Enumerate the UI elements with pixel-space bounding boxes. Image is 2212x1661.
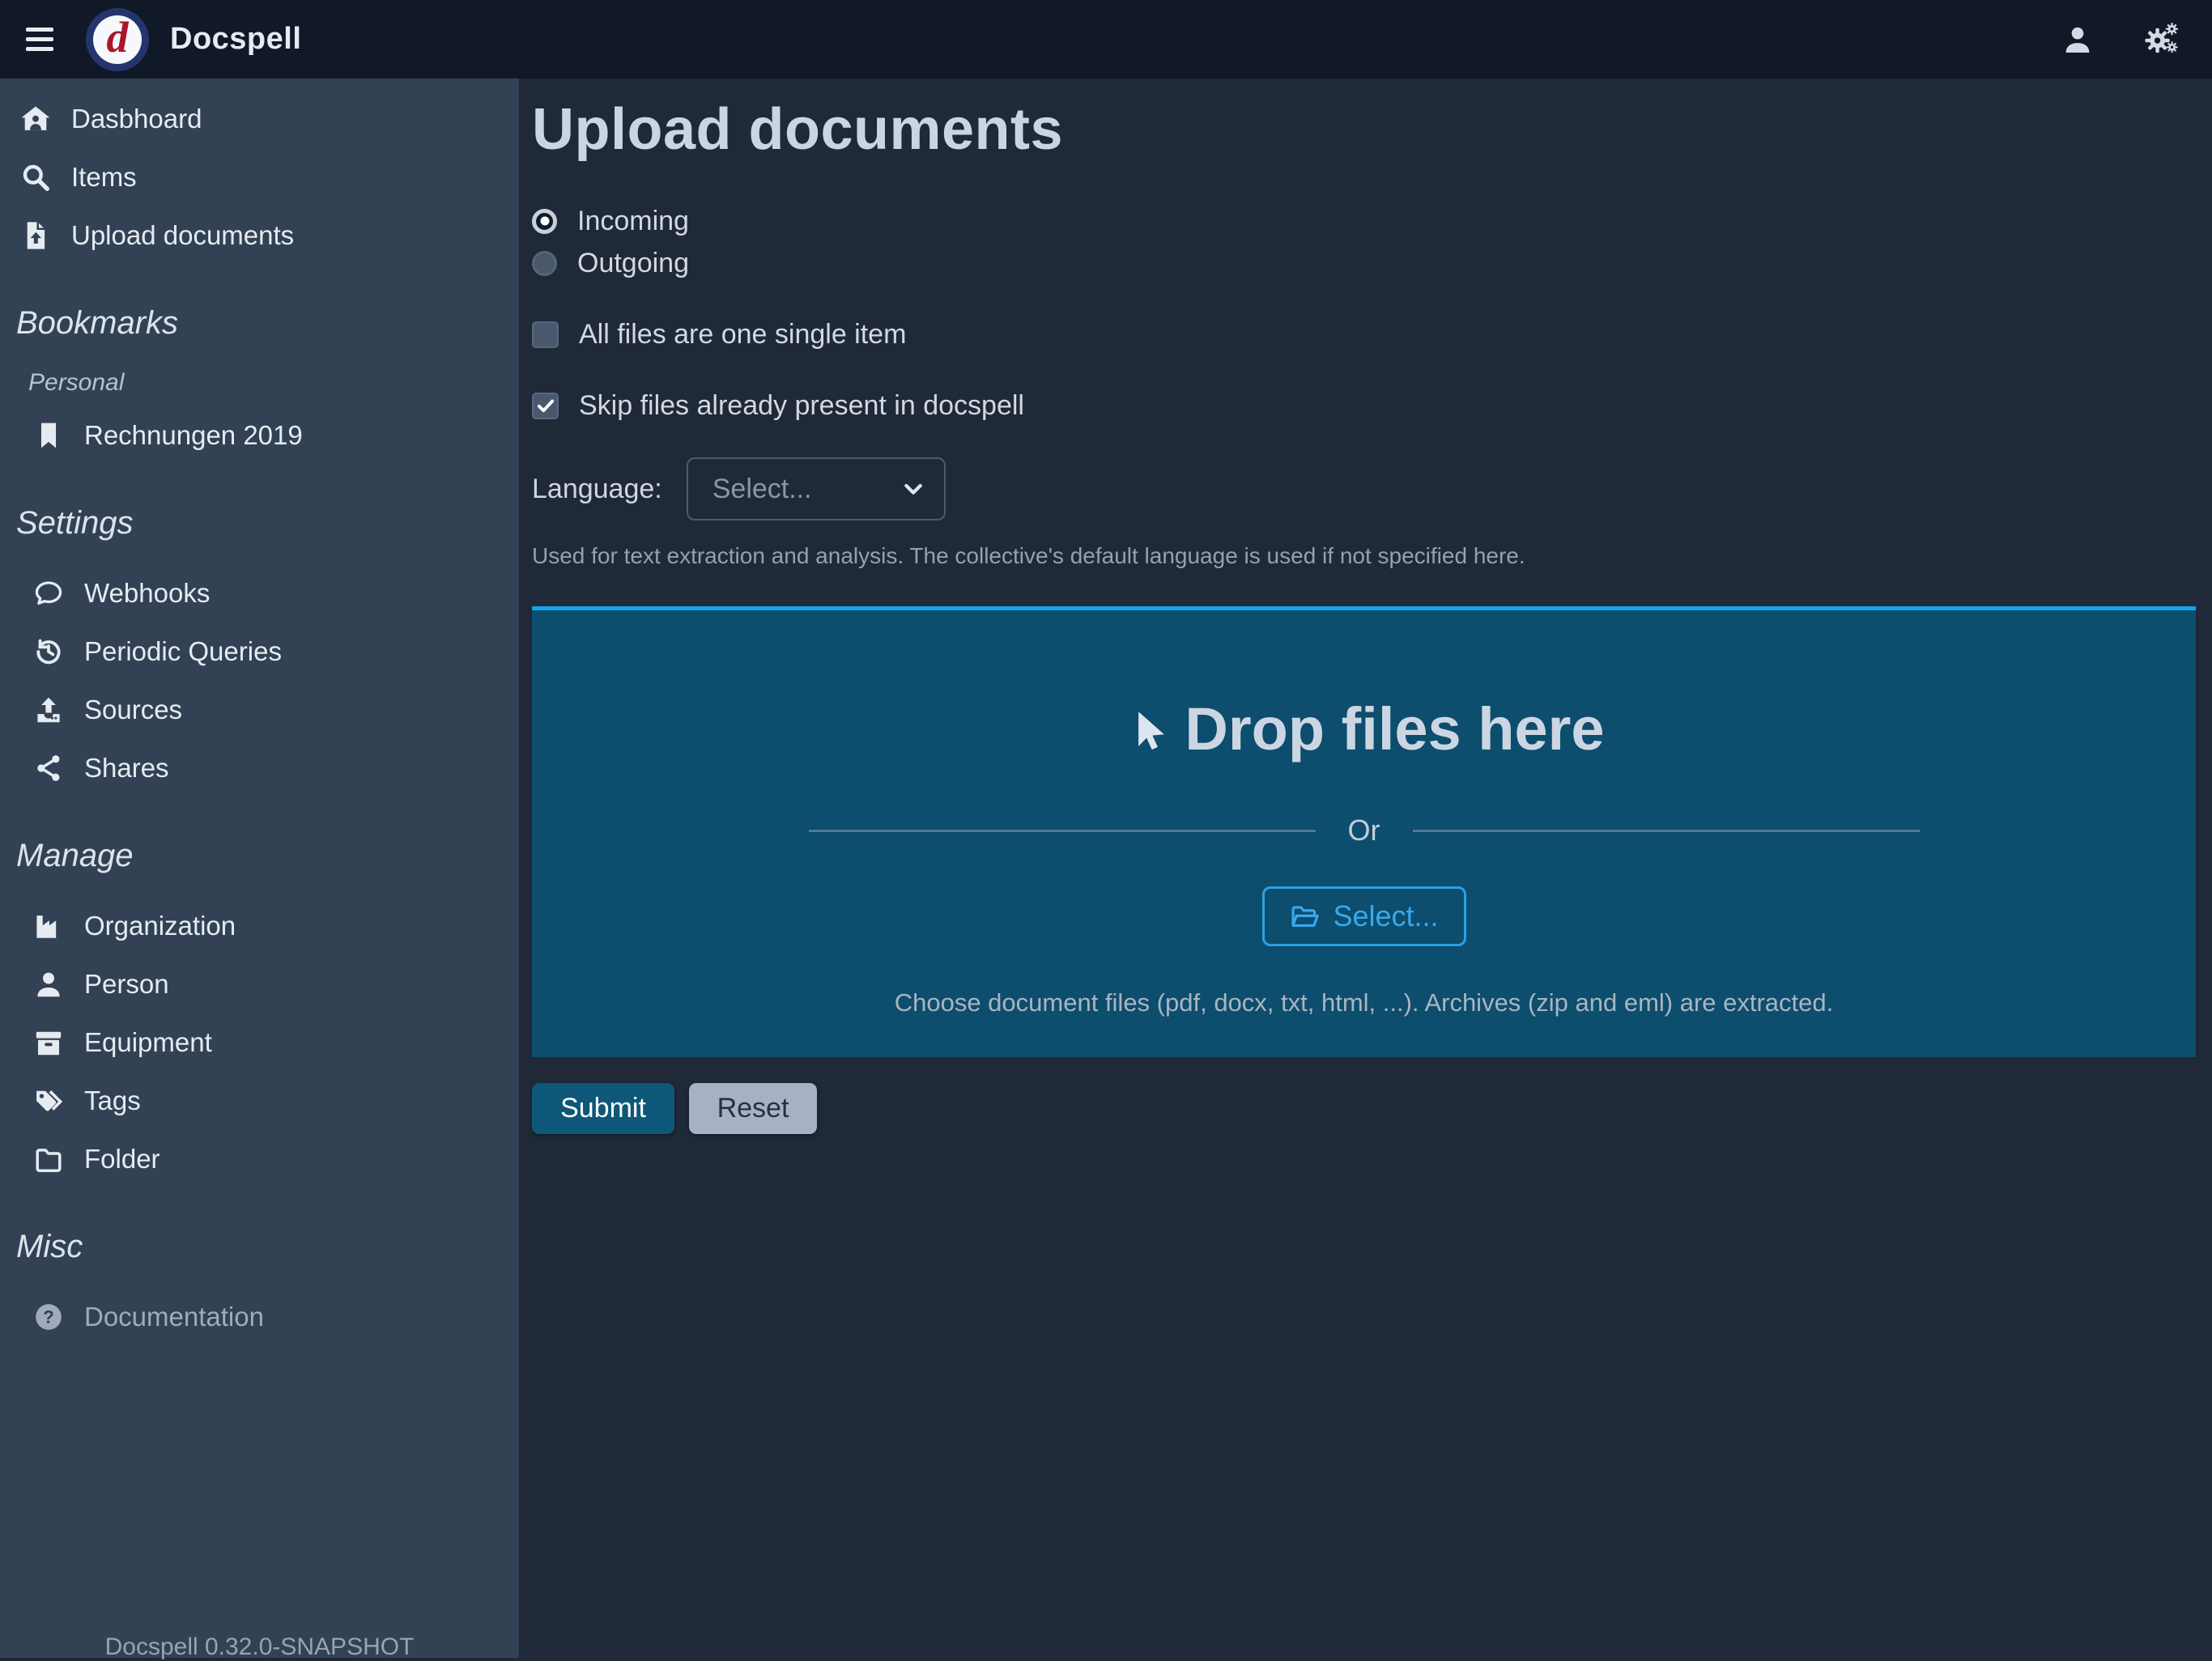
radio-selected-icon[interactable] [532,209,557,234]
sidebar-item-label: Shares [84,753,169,784]
sidebar: Dasbhoard Items Upload documents Bookmar… [0,79,519,1658]
chevron-down-icon [900,476,926,502]
checkbox-icon[interactable] [532,393,559,419]
sidebar-item-label: Upload documents [71,220,294,251]
sidebar-item-person[interactable]: Person [0,955,519,1013]
folder-open-icon [1289,901,1320,932]
menu-icon[interactable] [26,28,53,51]
sidebar-item-label: Organization [84,911,236,941]
form-actions: Submit Reset [532,1083,2196,1134]
sidebar-item-label: Tags [84,1085,141,1116]
dropzone-hint: Choose document files (pdf, docx, txt, h… [895,988,1834,1017]
sidebar-item-label: Documentation [84,1302,264,1332]
docspell-logo[interactable]: d [86,8,149,71]
industry-icon [33,911,64,941]
checkbox-label: Skip files already present in docspell [579,390,1024,422]
checkbox-skip-duplicates[interactable]: Skip files already present in docspell [532,384,2196,427]
topbar-actions [2061,22,2188,57]
logo-letter: d [93,15,142,64]
app-version: Docspell 0.32.0-SNAPSHOT [0,1633,519,1661]
app-title: Docspell [170,22,301,57]
sidebar-item-webhooks[interactable]: Webhooks [0,564,519,622]
tags-icon [33,1085,64,1116]
question-circle-icon [33,1302,64,1332]
divider-line [1413,830,1920,832]
language-select[interactable]: Select... [687,457,946,520]
sidebar-item-tags[interactable]: Tags [0,1072,519,1130]
checkbox-icon[interactable] [532,321,559,348]
sidebar-item-periodic-queries[interactable]: Periodic Queries [0,622,519,681]
mouse-pointer-icon [1123,708,1168,754]
history-icon [33,636,64,667]
share-nodes-icon [33,753,64,784]
sidebar-item-label: Webhooks [84,578,210,609]
sidebar-item-label: Items [71,162,137,193]
sidebar-item-label: Periodic Queries [84,636,282,667]
section-title-misc: Misc [0,1229,519,1265]
sidebar-item-label: Person [84,969,169,1000]
select-files-label: Select... [1333,899,1438,933]
top-bar: d Docspell [0,0,2212,79]
search-icon [20,162,51,193]
sidebar-item-dashboard[interactable]: Dasbhoard [0,90,519,148]
or-label: Or [1348,814,1380,847]
folder-icon [33,1144,64,1175]
or-divider: Or [809,814,1920,847]
user-icon[interactable] [2061,23,2094,56]
section-title-settings: Settings [0,505,519,542]
sidebar-item-shares[interactable]: Shares [0,739,519,797]
upload-icon [33,695,64,725]
language-row: Language: Select... [532,457,2196,520]
sidebar-item-label: Equipment [84,1027,212,1058]
house-user-icon [20,104,51,134]
sidebar-item-items[interactable]: Items [0,148,519,206]
radio-unselected-icon[interactable] [532,251,557,276]
sidebar-item-label: Dasbhoard [71,104,202,134]
language-help-text: Used for text extraction and analysis. T… [532,543,2196,569]
file-upload-icon [20,220,51,251]
main-content: Upload documents Incoming Outgoing All f… [519,79,2212,1658]
gears-icon[interactable] [2144,22,2180,57]
sidebar-item-equipment[interactable]: Equipment [0,1013,519,1072]
reset-button[interactable]: Reset [689,1083,817,1134]
sidebar-item-upload-documents[interactable]: Upload documents [0,206,519,265]
person-icon [33,969,64,1000]
radio-outgoing[interactable]: Outgoing [532,242,2196,284]
radio-label: Incoming [577,206,689,237]
select-files-button[interactable]: Select... [1262,886,1466,946]
bookmark-icon [33,420,64,451]
dropzone-title-row: Drop files here [1123,695,1604,763]
divider-line [809,830,1316,832]
radio-incoming[interactable]: Incoming [532,200,2196,242]
sidebar-item-folder[interactable]: Folder [0,1130,519,1188]
check-icon [535,395,556,416]
box-icon [33,1027,64,1058]
sidebar-item-sources[interactable]: Sources [0,681,519,739]
checkbox-label: All files are one single item [579,319,906,350]
submit-button[interactable]: Submit [532,1083,674,1134]
file-dropzone[interactable]: Drop files here Or Select... Choose docu… [532,606,2196,1057]
language-select-value: Select... [713,474,812,505]
sidebar-item-organization[interactable]: Organization [0,897,519,955]
sidebar-item-label: Folder [84,1144,160,1175]
comment-icon [33,578,64,609]
sidebar-item-label: Rechnungen 2019 [84,420,303,451]
bookmarks-group-personal: Personal [0,364,519,401]
section-title-manage: Manage [0,838,519,874]
language-label: Language: [532,474,662,505]
sidebar-item-rechnungen-2019[interactable]: Rechnungen 2019 [0,406,519,465]
section-title-bookmarks: Bookmarks [0,305,519,342]
page-title: Upload documents [532,96,2196,163]
sidebar-item-label: Sources [84,695,182,725]
checkbox-single-item[interactable]: All files are one single item [532,313,2196,355]
sidebar-item-documentation[interactable]: Documentation [0,1288,519,1346]
radio-label: Outgoing [577,248,689,279]
dropzone-title: Drop files here [1185,695,1604,763]
